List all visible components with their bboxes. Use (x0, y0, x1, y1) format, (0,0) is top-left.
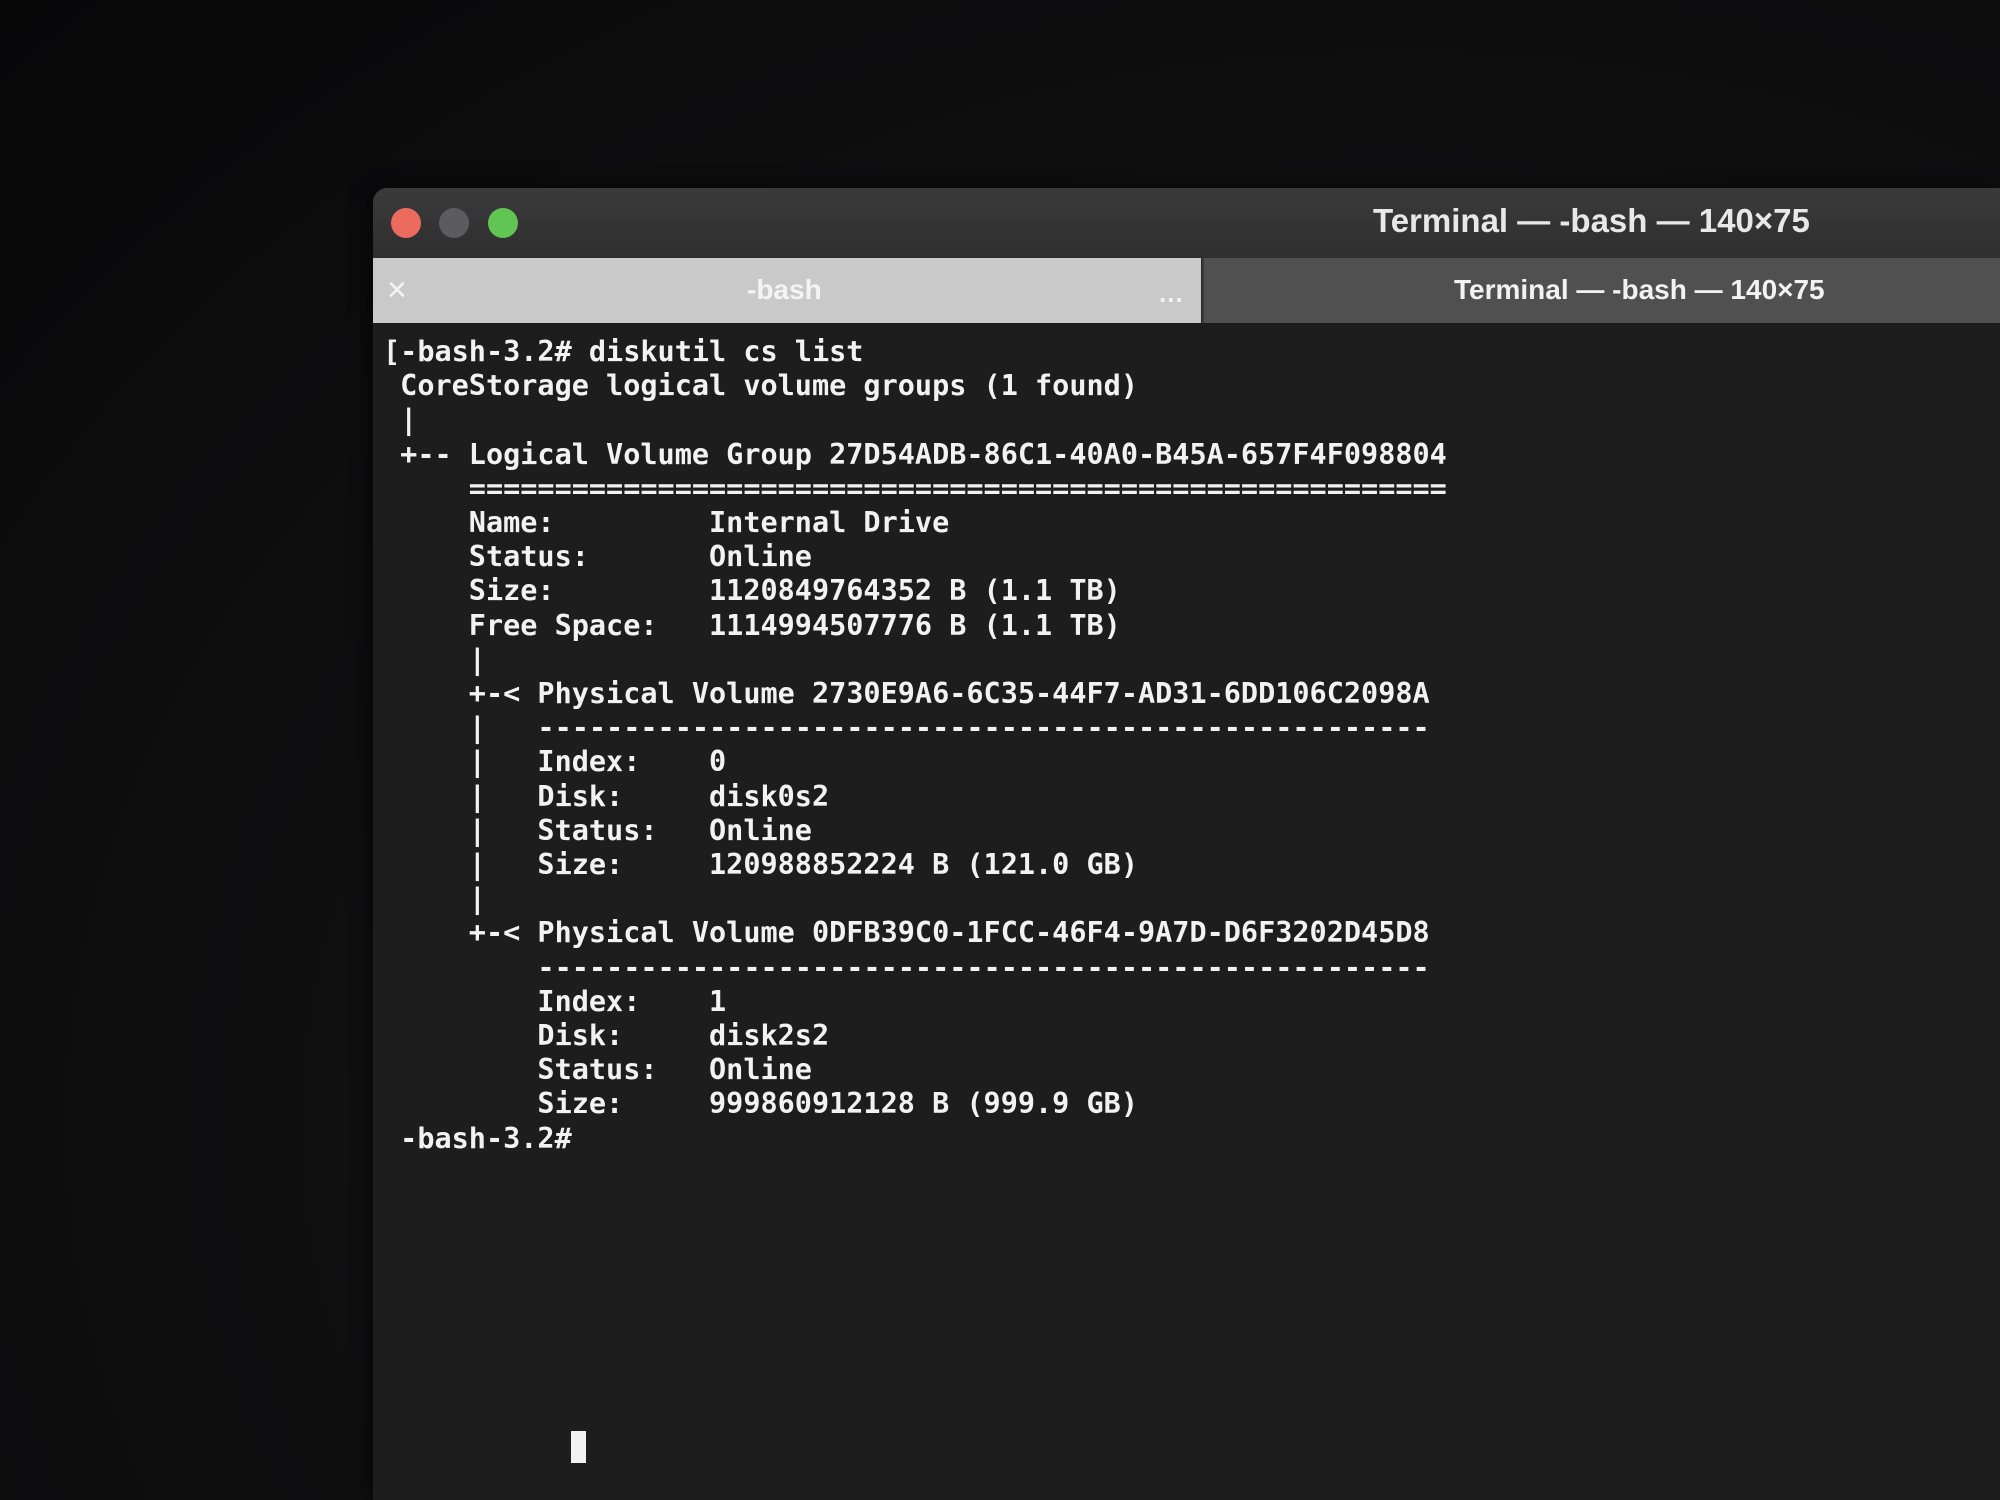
close-tab-icon[interactable]: × (387, 270, 407, 310)
terminal-line: | Index: 0 (383, 745, 727, 779)
terminal-line: -bash-3.2# (383, 1121, 589, 1155)
tab-bar: × -bash ... Terminal — -bash — 140×75 (373, 258, 2000, 323)
terminal-line: | (383, 642, 486, 676)
tab-terminal[interactable]: Terminal — -bash — 140×75 (1202, 258, 2000, 323)
terminal-line: | Status: Online (383, 813, 812, 847)
ellipsis-icon: ... (1159, 278, 1184, 308)
terminal-line: Status: Online (383, 1053, 812, 1087)
terminal-line: Size: 1120849764352 B (1.1 TB) (383, 574, 1121, 608)
terminal-line: +-- Logical Volume Group 27D54ADB-86C1-4… (383, 437, 1447, 471)
terminal-line: [-bash-3.2# diskutil cs list (383, 335, 864, 368)
title-bar[interactable]: Terminal — -bash — 140×75 (373, 188, 2000, 258)
tab-terminal-label: Terminal — -bash — 140×75 (1454, 274, 1825, 305)
terminal-line: | --------------------------------------… (383, 711, 1430, 745)
terminal-cursor (571, 1431, 586, 1463)
terminal-line: Name: Internal Drive (383, 506, 950, 539)
tab-bash[interactable]: × -bash ... (373, 258, 1201, 323)
terminal-line: | (383, 403, 418, 437)
terminal-line: +-< Physical Volume 2730E9A6-6C35-44F7-A… (383, 677, 1430, 710)
terminal-line: Size: 999860912128 B (999.9 GB) (383, 1087, 1138, 1121)
terminal-line: | Disk: disk0s2 (383, 779, 830, 813)
close-window-button[interactable] (391, 208, 421, 238)
minimize-window-button[interactable] (439, 208, 469, 238)
terminal-window: Terminal — -bash — 140×75 × -bash ... Te… (373, 188, 2000, 1500)
zoom-window-button[interactable] (488, 208, 518, 238)
tab-bash-label: -bash (747, 274, 822, 305)
terminal-line: Index: 1 (383, 984, 727, 1018)
terminal-line: | Size: 120988852224 B (121.0 GB) (383, 848, 1138, 881)
terminal-line: | (383, 882, 486, 916)
window-title: Terminal — -bash — 140×75 (1373, 202, 1810, 239)
terminal-line: ----------------------------------------… (383, 950, 1430, 984)
terminal-output[interactable]: [-bash-3.2# diskutil cs list CoreStorage… (373, 323, 2000, 1500)
terminal-line: CoreStorage logical volume groups (1 fou… (383, 369, 1138, 403)
terminal-line: +-< Physical Volume 0DFB39C0-1FCC-46F4-9… (383, 916, 1430, 950)
terminal-line: Free Space: 1114994507776 B (1.1 TB) (383, 608, 1121, 642)
terminal-line: Disk: disk2s2 (383, 1019, 830, 1052)
terminal-line: Status: Online (383, 540, 812, 574)
terminal-line: ========================================… (383, 471, 1447, 505)
